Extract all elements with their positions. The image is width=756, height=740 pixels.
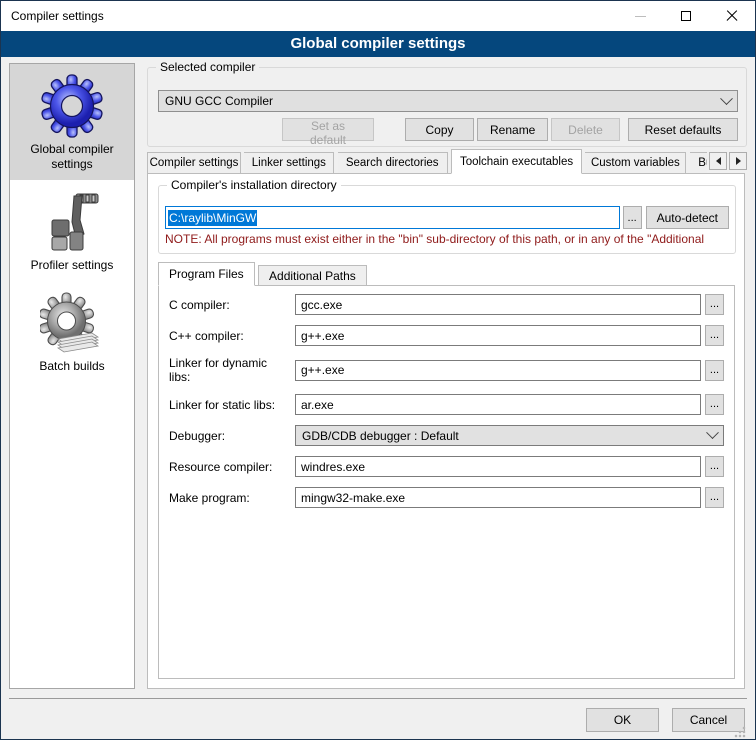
auto-detect-button[interactable]: Auto-detect bbox=[646, 206, 729, 229]
cpp-compiler-input[interactable] bbox=[295, 325, 701, 346]
tabs-viewport: Compiler settings Linker settings Search… bbox=[147, 149, 707, 174]
c-compiler-input[interactable] bbox=[295, 294, 701, 315]
installation-path-browse-button[interactable]: ... bbox=[623, 206, 642, 229]
compiler-select[interactable]: GNU GCC Compiler bbox=[158, 90, 738, 112]
tab-program-files[interactable]: Program Files bbox=[158, 262, 255, 286]
main-content: Selected compiler GNU GCC Compiler Set a… bbox=[147, 59, 747, 691]
tab-compiler-settings[interactable]: Compiler settings bbox=[147, 152, 241, 174]
linker-static-label: Linker for static libs: bbox=[169, 398, 275, 412]
linker-dynamic-input[interactable] bbox=[295, 360, 701, 381]
close-button[interactable] bbox=[709, 1, 755, 31]
resource-compiler-browse-button[interactable]: ... bbox=[705, 456, 724, 477]
program-files-fields: C compiler: ... C++ compiler: ... Linker… bbox=[159, 286, 734, 508]
sidebar-item-label: Profiler settings bbox=[31, 258, 114, 273]
tab-additional-paths[interactable]: Additional Paths bbox=[258, 265, 367, 286]
installation-note: NOTE: All programs must exist either in … bbox=[165, 232, 731, 246]
linker-static-input[interactable] bbox=[295, 394, 701, 415]
chevron-down-icon bbox=[720, 92, 733, 105]
sidebar-item-label: Batch builds bbox=[39, 359, 104, 374]
debugger-label: Debugger: bbox=[169, 429, 225, 443]
debugger-select-value: GDB/CDB debugger : Default bbox=[302, 429, 459, 443]
debugger-select[interactable]: GDB/CDB debugger : Default bbox=[295, 425, 724, 446]
sidebar-item-global-compiler-settings[interactable]: Global compiler settings bbox=[10, 64, 134, 180]
installation-path-row: C:\raylib\MinGW ... Auto-detect bbox=[165, 206, 729, 229]
toolchain-executables-page: Compiler's installation directory C:\ray… bbox=[147, 173, 745, 689]
sidebar-item-batch-builds[interactable]: Batch builds bbox=[10, 281, 134, 382]
caliper-icon bbox=[40, 190, 104, 254]
rename-button[interactable]: Rename bbox=[477, 118, 548, 141]
tab-toolchain-executables[interactable]: Toolchain executables bbox=[451, 149, 582, 174]
dialog-footer: OK Cancel bbox=[9, 698, 747, 739]
selected-compiler-group: Selected compiler GNU GCC Compiler Set a… bbox=[147, 67, 747, 147]
linker-static-browse-button[interactable]: ... bbox=[705, 394, 724, 415]
compiler-settings-dialog: Compiler settings Global compiler settin… bbox=[0, 0, 756, 740]
title-bar: Compiler settings bbox=[1, 1, 755, 31]
ok-button[interactable]: OK bbox=[586, 708, 659, 732]
selected-compiler-legend: Selected compiler bbox=[156, 60, 259, 74]
installation-path-selected-text: C:\raylib\MinGW bbox=[168, 210, 257, 226]
make-program-label: Make program: bbox=[169, 491, 250, 505]
arrow-right-icon bbox=[736, 157, 741, 165]
compiler-select-value: GNU GCC Compiler bbox=[165, 94, 273, 108]
tab-linker-settings[interactable]: Linker settings bbox=[244, 152, 334, 174]
installation-directory-legend: Compiler's installation directory bbox=[167, 178, 341, 192]
tab-scroll-right-button[interactable] bbox=[729, 152, 747, 170]
maximize-icon bbox=[681, 11, 691, 21]
gray-gear-stack-icon bbox=[40, 291, 104, 355]
c-compiler-browse-button[interactable]: ... bbox=[705, 294, 724, 315]
chevron-down-icon bbox=[706, 426, 719, 439]
sidebar-item-label: Global compiler settings bbox=[14, 142, 130, 172]
maximize-button[interactable] bbox=[663, 1, 709, 31]
cpp-compiler-browse-button[interactable]: ... bbox=[705, 325, 724, 346]
resource-compiler-input[interactable] bbox=[295, 456, 701, 477]
delete-button[interactable]: Delete bbox=[551, 118, 620, 141]
arrow-left-icon bbox=[716, 157, 721, 165]
c-compiler-label: C compiler: bbox=[169, 298, 230, 312]
linker-dynamic-label: Linker for dynamic libs: bbox=[169, 356, 291, 384]
blue-gear-icon bbox=[40, 74, 104, 138]
footer-buttons: OK Cancel bbox=[586, 708, 745, 732]
program-files-tabstrip: Program Files Additional Paths bbox=[158, 262, 367, 286]
reset-defaults-button[interactable]: Reset defaults bbox=[628, 118, 738, 141]
installation-path-input[interactable]: C:\raylib\MinGW bbox=[165, 206, 620, 229]
linker-dynamic-browse-button[interactable]: ... bbox=[705, 360, 724, 381]
close-icon bbox=[726, 10, 738, 22]
settings-tabstrip: Compiler settings Linker settings Search… bbox=[147, 149, 747, 174]
resource-compiler-label: Resource compiler: bbox=[169, 460, 272, 474]
set-as-default-button[interactable]: Set as default bbox=[282, 118, 374, 141]
window-controls bbox=[617, 1, 755, 31]
tab-build-options[interactable]: Build options bbox=[690, 152, 707, 174]
settings-sidebar: Global compiler settings Profiler settin… bbox=[9, 63, 135, 689]
minimize-button[interactable] bbox=[617, 1, 663, 31]
make-program-input[interactable] bbox=[295, 487, 701, 508]
resize-grip-icon[interactable] bbox=[734, 726, 746, 738]
make-program-browse-button[interactable]: ... bbox=[705, 487, 724, 508]
installation-directory-group: Compiler's installation directory C:\ray… bbox=[158, 185, 736, 254]
minimize-icon bbox=[635, 16, 646, 17]
tab-search-directories[interactable]: Search directories bbox=[338, 152, 448, 174]
copy-button[interactable]: Copy bbox=[405, 118, 474, 141]
window-title: Compiler settings bbox=[1, 9, 104, 23]
cpp-compiler-label: C++ compiler: bbox=[169, 329, 244, 343]
program-files-page: C compiler: ... C++ compiler: ... Linker… bbox=[158, 285, 735, 679]
compiler-buttons-row: Set as default Copy Rename Delete Reset … bbox=[158, 118, 738, 141]
sidebar-item-profiler-settings[interactable]: Profiler settings bbox=[10, 180, 134, 281]
tab-scroll-left-button[interactable] bbox=[709, 152, 727, 170]
tab-scrollers bbox=[709, 152, 747, 170]
page-title: Global compiler settings bbox=[1, 31, 755, 57]
tab-custom-variables[interactable]: Custom variables bbox=[585, 152, 686, 174]
